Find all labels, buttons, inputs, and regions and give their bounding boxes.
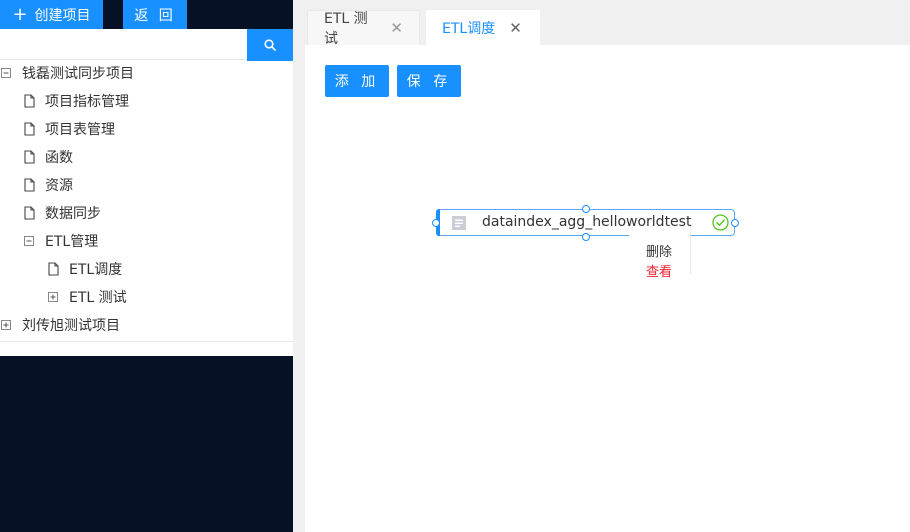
back-button[interactable]: 返 回 [123,0,187,29]
expand-icon[interactable] [0,318,12,332]
check-circle-icon [712,214,729,231]
tree-node-etl-schedule[interactable]: ETL调度 [47,255,122,283]
main-panel: ETL 测试 ✕ ETL调度 ✕ 添 加 保 存 dataindex_agg_h… [305,0,910,532]
tree-search-input[interactable] [0,29,247,60]
sidebar-topbar: + 创建项目 返 回 [0,0,293,29]
collapse-icon[interactable] [23,234,35,248]
tree-node-label: 数据同步 [45,206,101,222]
create-project-label: 创建项目 [34,7,91,24]
tree-node-label: ETL调度 [69,262,123,278]
search-icon [264,39,276,51]
delete-menu-item[interactable]: 删除 [646,241,672,260]
node-context-menu: 删除 查看 [629,226,691,280]
plus-icon: + [12,3,28,25]
tree-node-tables[interactable]: 项目表管理 [23,115,115,143]
tree-node-etl-test[interactable]: ETL 测试 [47,283,127,311]
close-icon[interactable]: ✕ [509,19,522,37]
file-icon [23,122,35,136]
tree-node-label: 项目指标管理 [45,94,129,110]
tree-node-project-liuchuanxu[interactable]: 刘传旭测试项目 [0,311,120,339]
file-icon [23,150,35,164]
file-icon [23,94,35,108]
collapse-icon[interactable] [0,66,12,80]
tab-bar: ETL 测试 ✕ ETL调度 ✕ [305,0,910,47]
tab-etl-schedule[interactable]: ETL调度 ✕ [426,10,540,45]
view-menu-item[interactable]: 查看 [646,261,672,280]
file-icon [47,262,59,276]
task-icon [452,216,466,230]
tree-node-label: 钱磊测试同步项目 [22,66,134,82]
tab-label: ETL 测试 [324,11,368,47]
tree-node-resources[interactable]: 资源 [23,171,73,199]
file-icon [23,178,35,192]
tree-node-label: ETL管理 [45,234,99,250]
file-icon [23,206,35,220]
tree-divider [0,341,293,342]
close-icon[interactable]: ✕ [390,19,403,37]
connection-anchor-top[interactable] [582,205,590,213]
tab-etl-test[interactable]: ETL 测试 ✕ [307,10,420,47]
tab-label: ETL调度 [442,20,496,37]
tree-node-label: 项目表管理 [45,122,115,138]
tree-node-metrics[interactable]: 项目指标管理 [23,87,129,115]
tree-node-label: ETL 测试 [69,290,127,306]
tree-node-etl-management[interactable]: ETL管理 [23,227,98,255]
connection-anchor-right[interactable] [731,219,739,227]
tree-node-data-sync[interactable]: 数据同步 [23,199,101,227]
connection-anchor-bottom[interactable] [582,233,590,241]
project-tree-panel: 钱磊测试同步项目 项目指标管理 项目表管理 函数 资源 数据同步 ETL管理 E… [0,29,293,356]
tree-node-label: 刘传旭测试项目 [22,318,120,334]
tree-node-functions[interactable]: 函数 [23,143,73,171]
expand-icon[interactable] [47,290,59,304]
tree-node-project-qianlei[interactable]: 钱磊测试同步项目 [0,59,134,87]
save-button[interactable]: 保 存 [397,65,461,97]
connection-anchor-left[interactable] [432,219,440,227]
panel-divider[interactable] [293,0,305,532]
sidebar: + 创建项目 返 回 钱磊测试同步项目 项目指标管理 项目表管理 函数 资源 数… [0,0,293,532]
tree-node-label: 函数 [45,150,73,166]
search-button[interactable] [247,29,293,61]
add-button[interactable]: 添 加 [325,65,389,97]
create-project-button[interactable]: + 创建项目 [0,0,103,29]
tree-node-label: 资源 [45,178,73,194]
